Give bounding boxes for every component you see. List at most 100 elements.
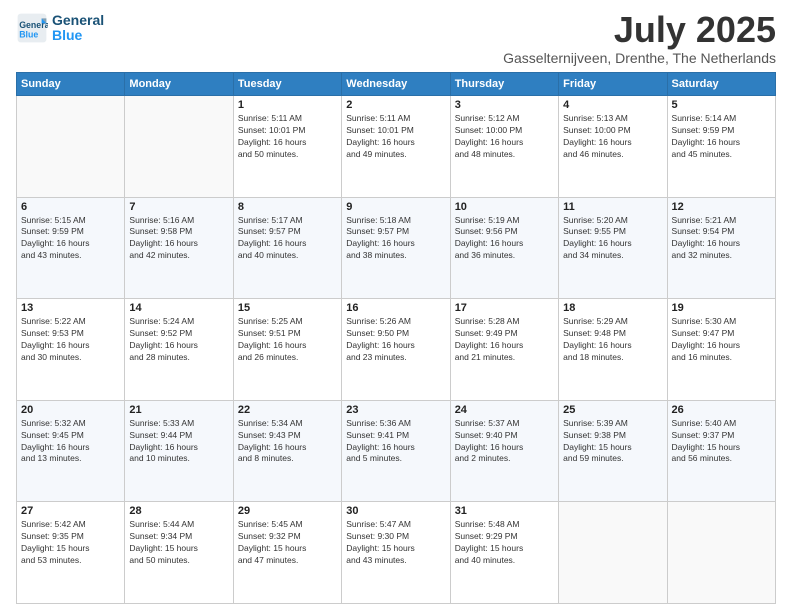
day-number: 28 (129, 505, 228, 517)
weekday-header-thursday: Thursday (450, 73, 558, 96)
calendar-cell: 31 Sunrise: 5:48 AM Sunset: 9:29 PM Dayli… (450, 502, 558, 604)
day-content: Sunrise: 5:32 AM Sunset: 9:45 PM Dayligh… (21, 418, 120, 466)
calendar-table: SundayMondayTuesdayWednesdayThursdayFrid… (16, 72, 776, 604)
logo-icon: General Blue (16, 12, 48, 44)
day-number: 18 (563, 302, 662, 314)
day-number: 27 (21, 505, 120, 517)
day-content: Sunrise: 5:24 AM Sunset: 9:52 PM Dayligh… (129, 316, 228, 364)
day-number: 3 (455, 99, 554, 111)
day-content: Sunrise: 5:34 AM Sunset: 9:43 PM Dayligh… (238, 418, 337, 466)
day-content: Sunrise: 5:45 AM Sunset: 9:32 PM Dayligh… (238, 519, 337, 567)
calendar-cell: 14 Sunrise: 5:24 AM Sunset: 9:52 PM Dayli… (125, 299, 233, 401)
day-content: Sunrise: 5:12 AM Sunset: 10:00 PM Daylig… (455, 113, 554, 161)
day-number: 16 (346, 302, 445, 314)
day-content: Sunrise: 5:40 AM Sunset: 9:37 PM Dayligh… (672, 418, 771, 466)
calendar-cell: 27 Sunrise: 5:42 AM Sunset: 9:35 PM Dayli… (17, 502, 125, 604)
day-number: 10 (455, 201, 554, 213)
day-number: 23 (346, 404, 445, 416)
day-content: Sunrise: 5:20 AM Sunset: 9:55 PM Dayligh… (563, 215, 662, 263)
logo-general: General (52, 13, 104, 28)
calendar-cell: 29Sunrise: 5:45 AM Sunset: 9:32 PM Dayli… (233, 502, 341, 604)
day-number: 9 (346, 201, 445, 213)
day-number: 15 (238, 302, 337, 314)
calendar-cell: 19 Sunrise: 5:30 AM Sunset: 9:47 PM Dayli… (667, 299, 775, 401)
day-content: Sunrise: 5:48 AM Sunset: 9:29 PM Dayligh… (455, 519, 554, 567)
calendar-cell: 21Sunrise: 5:33 AM Sunset: 9:44 PM Dayli… (125, 400, 233, 502)
calendar-cell: 15Sunrise: 5:25 AM Sunset: 9:51 PM Dayli… (233, 299, 341, 401)
day-content: Sunrise: 5:19 AM Sunset: 9:56 PM Dayligh… (455, 215, 554, 263)
day-number: 19 (672, 302, 771, 314)
calendar-cell: 7 Sunrise: 5:16 AM Sunset: 9:58 PM Daylig… (125, 197, 233, 299)
day-content: Sunrise: 5:47 AM Sunset: 9:30 PM Dayligh… (346, 519, 445, 567)
calendar-cell: 11Sunrise: 5:20 AM Sunset: 9:55 PM Dayli… (559, 197, 667, 299)
day-number: 21 (129, 404, 228, 416)
calendar-cell: 24Sunrise: 5:37 AM Sunset: 9:40 PM Dayli… (450, 400, 558, 502)
day-number: 24 (455, 404, 554, 416)
day-number: 12 (672, 201, 771, 213)
day-content: Sunrise: 5:17 AM Sunset: 9:57 PM Dayligh… (238, 215, 337, 263)
calendar-cell: 26 Sunrise: 5:40 AM Sunset: 9:37 PM Dayli… (667, 400, 775, 502)
day-number: 2 (346, 99, 445, 111)
day-number: 1 (238, 99, 337, 111)
day-number: 5 (672, 99, 771, 111)
weekday-header-row: SundayMondayTuesdayWednesdayThursdayFrid… (17, 73, 776, 96)
day-content: Sunrise: 5:30 AM Sunset: 9:47 PM Dayligh… (672, 316, 771, 364)
day-content: Sunrise: 5:42 AM Sunset: 9:35 PM Dayligh… (21, 519, 120, 567)
calendar-cell (559, 502, 667, 604)
calendar-week-row: 27 Sunrise: 5:42 AM Sunset: 9:35 PM Dayli… (17, 502, 776, 604)
logo-blue: Blue (52, 28, 104, 43)
weekday-header-friday: Friday (559, 73, 667, 96)
title-block: July 2025 Gasselternijveen, Drenthe, The… (503, 12, 776, 66)
weekday-header-sunday: Sunday (17, 73, 125, 96)
calendar-cell: 17Sunrise: 5:28 AM Sunset: 9:49 PM Dayli… (450, 299, 558, 401)
day-content: Sunrise: 5:14 AM Sunset: 9:59 PM Dayligh… (672, 113, 771, 161)
day-number: 7 (129, 201, 228, 213)
day-content: Sunrise: 5:44 AM Sunset: 9:34 PM Dayligh… (129, 519, 228, 567)
calendar-week-row: 13Sunrise: 5:22 AM Sunset: 9:53 PM Dayli… (17, 299, 776, 401)
day-number: 8 (238, 201, 337, 213)
calendar-cell: 2 Sunrise: 5:11 AM Sunset: 10:01 PM Dayli… (342, 96, 450, 198)
calendar-cell: 28 Sunrise: 5:44 AM Sunset: 9:34 PM Dayli… (125, 502, 233, 604)
calendar-cell: 1 Sunrise: 5:11 AM Sunset: 10:01 PM Dayli… (233, 96, 341, 198)
calendar-cell: 4 Sunrise: 5:13 AM Sunset: 10:00 PM Dayli… (559, 96, 667, 198)
day-content: Sunrise: 5:28 AM Sunset: 9:49 PM Dayligh… (455, 316, 554, 364)
calendar-cell: 13Sunrise: 5:22 AM Sunset: 9:53 PM Dayli… (17, 299, 125, 401)
day-content: Sunrise: 5:16 AM Sunset: 9:58 PM Dayligh… (129, 215, 228, 263)
day-content: Sunrise: 5:15 AM Sunset: 9:59 PM Dayligh… (21, 215, 120, 263)
calendar-cell: 12 Sunrise: 5:21 AM Sunset: 9:54 PM Dayli… (667, 197, 775, 299)
day-number: 4 (563, 99, 662, 111)
calendar-cell: 6 Sunrise: 5:15 AM Sunset: 9:59 PM Daylig… (17, 197, 125, 299)
day-number: 26 (672, 404, 771, 416)
header: General Blue General Blue July 2025 Gass… (16, 12, 776, 66)
day-content: Sunrise: 5:11 AM Sunset: 10:01 PM Daylig… (346, 113, 445, 161)
day-content: Sunrise: 5:13 AM Sunset: 10:00 PM Daylig… (563, 113, 662, 161)
day-content: Sunrise: 5:18 AM Sunset: 9:57 PM Dayligh… (346, 215, 445, 263)
day-content: Sunrise: 5:11 AM Sunset: 10:01 PM Daylig… (238, 113, 337, 161)
calendar-cell (125, 96, 233, 198)
page: General Blue General Blue July 2025 Gass… (0, 0, 792, 612)
day-number: 20 (21, 404, 120, 416)
day-number: 25 (563, 404, 662, 416)
day-number: 30 (346, 505, 445, 517)
day-content: Sunrise: 5:36 AM Sunset: 9:41 PM Dayligh… (346, 418, 445, 466)
day-number: 6 (21, 201, 120, 213)
location-subtitle: Gasselternijveen, Drenthe, The Netherlan… (503, 50, 776, 66)
calendar-cell: 22Sunrise: 5:34 AM Sunset: 9:43 PM Dayli… (233, 400, 341, 502)
day-number: 14 (129, 302, 228, 314)
day-number: 13 (21, 302, 120, 314)
calendar-week-row: 20 Sunrise: 5:32 AM Sunset: 9:45 PM Dayli… (17, 400, 776, 502)
calendar-cell: 9 Sunrise: 5:18 AM Sunset: 9:57 PM Daylig… (342, 197, 450, 299)
day-content: Sunrise: 5:21 AM Sunset: 9:54 PM Dayligh… (672, 215, 771, 263)
calendar-cell (667, 502, 775, 604)
day-number: 31 (455, 505, 554, 517)
calendar-cell: 16 Sunrise: 5:26 AM Sunset: 9:50 PM Dayli… (342, 299, 450, 401)
day-content: Sunrise: 5:26 AM Sunset: 9:50 PM Dayligh… (346, 316, 445, 364)
logo: General Blue General Blue (16, 12, 104, 44)
weekday-header-saturday: Saturday (667, 73, 775, 96)
calendar-cell: 5 Sunrise: 5:14 AM Sunset: 9:59 PM Daylig… (667, 96, 775, 198)
calendar-week-row: 6 Sunrise: 5:15 AM Sunset: 9:59 PM Daylig… (17, 197, 776, 299)
calendar-cell: 25Sunrise: 5:39 AM Sunset: 9:38 PM Dayli… (559, 400, 667, 502)
calendar-cell (17, 96, 125, 198)
calendar-cell: 10 Sunrise: 5:19 AM Sunset: 9:56 PM Dayli… (450, 197, 558, 299)
weekday-header-monday: Monday (125, 73, 233, 96)
